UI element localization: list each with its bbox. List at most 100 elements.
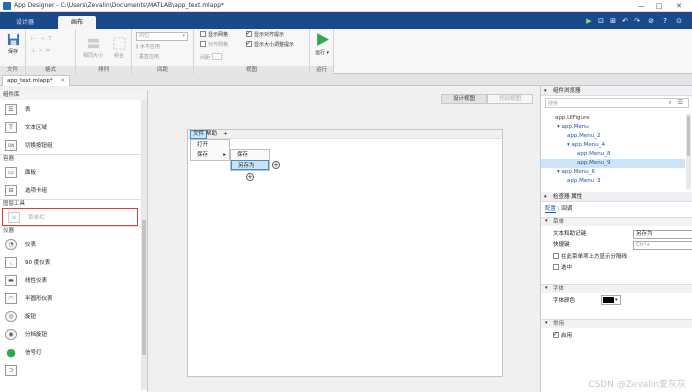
stop-icon[interactable]: ⊘ bbox=[646, 16, 656, 26]
component-knob[interactable]: ◎ 旋钮 bbox=[0, 307, 147, 325]
menu-item-save-sub[interactable]: 保存 bbox=[231, 150, 269, 160]
scrollbar-thumb[interactable] bbox=[142, 220, 146, 355]
group-button[interactable]: 组合 bbox=[109, 37, 129, 59]
menu-item-open[interactable]: 打开 bbox=[191, 140, 229, 150]
collapse-icon[interactable]: ▾ bbox=[544, 87, 547, 95]
component-menu-bar[interactable]: ≡ 菜单栏 bbox=[2, 208, 138, 226]
component-label: 分档旋钮 bbox=[25, 332, 48, 338]
menu-item-save[interactable]: 保存 ▸ bbox=[191, 150, 229, 160]
design-view-button[interactable]: 设计视图 bbox=[441, 94, 487, 104]
quick-save-icon[interactable]: ⊡ bbox=[596, 16, 606, 26]
tree-node-menu[interactable]: ▾ app.Menu bbox=[541, 123, 685, 132]
file-tab-bar: app_text.mlapp* ✕ bbox=[0, 74, 692, 86]
component-tab-group[interactable]: ⊟ 选项卡组 bbox=[0, 181, 147, 199]
menu-item-save-as[interactable]: 另存为 bbox=[231, 160, 269, 170]
group-icon bbox=[112, 37, 126, 50]
component-panel[interactable]: ▭ 面板 bbox=[0, 163, 147, 181]
category-instruments: 仪器 bbox=[0, 226, 147, 235]
tree-node-uifigure[interactable]: app.UIFigure bbox=[541, 114, 685, 123]
quick-layout-icon[interactable]: ⊞ bbox=[608, 16, 618, 26]
enabled-checkbox[interactable]: 启用 bbox=[553, 330, 572, 341]
component-switch[interactable]: ⊃ bbox=[0, 361, 147, 379]
minimize-button[interactable]: — bbox=[634, 1, 648, 11]
component-lamp[interactable]: ● 信号灯 bbox=[0, 343, 147, 361]
expand-ribbon-icon[interactable]: ⊙ bbox=[674, 16, 684, 26]
component-90-degree-gauge[interactable]: ◟ 90 度仪表 bbox=[0, 253, 147, 271]
chevron-down-icon: ▾ bbox=[615, 297, 618, 303]
menu-help[interactable]: 帮助 bbox=[206, 130, 217, 139]
show-align-hint-checkbox[interactable]: 显示对齐提示 bbox=[246, 29, 284, 40]
tab-designer[interactable]: 设计器 bbox=[6, 16, 44, 29]
component-semicircular-gauge[interactable]: ◠ 半圆形仪表 bbox=[0, 289, 147, 307]
file-tab[interactable]: app_text.mlapp* ✕ bbox=[2, 75, 71, 86]
collapse-icon[interactable]: ▾ bbox=[545, 284, 548, 293]
browser-search-input[interactable]: 搜索 ⌕ ☰ bbox=[545, 98, 689, 108]
same-size-button[interactable]: 相同大小 bbox=[79, 37, 107, 59]
close-button[interactable]: ✕ bbox=[672, 1, 686, 11]
menu-file[interactable]: 文件 bbox=[190, 130, 208, 139]
maximize-button[interactable]: □ bbox=[652, 1, 666, 11]
quick-run-icon[interactable]: ▶ bbox=[584, 16, 594, 26]
knob-icon: ◎ bbox=[5, 310, 17, 322]
component-label: 表 bbox=[25, 107, 31, 113]
code-view-button[interactable]: 代码视图 bbox=[487, 94, 533, 104]
component-gauge[interactable]: ◔ 仪表 bbox=[0, 235, 147, 253]
tree-node-menu-6[interactable]: ▾ app.Menu_6 bbox=[541, 168, 685, 177]
horizontal-apply-button[interactable]: ⫼ 水平应用 bbox=[136, 43, 160, 52]
component-library-scrollbar[interactable] bbox=[141, 100, 147, 390]
tree-node-menu-2[interactable]: app.Menu_2 bbox=[541, 132, 685, 141]
tree-node-menu-8[interactable]: app.Menu_8 bbox=[541, 150, 685, 159]
show-resize-hint-checkbox[interactable]: 显示大小调整提示 bbox=[246, 39, 294, 50]
save-button[interactable]: 保存 bbox=[2, 33, 24, 55]
section-font-header[interactable]: 字体 bbox=[541, 284, 692, 293]
ui-figure[interactable]: 文件 帮助 + 打开 保存 ▸ 保存 另存为 + + bbox=[187, 129, 503, 377]
checkbox-checked-icon bbox=[246, 29, 252, 38]
add-menu-item-icon[interactable]: + bbox=[272, 161, 280, 169]
align-grid-checkbox[interactable]: 对齐网格 bbox=[200, 41, 228, 50]
font-color-picker[interactable]: ▾ bbox=[601, 295, 621, 305]
help-icon[interactable]: ? bbox=[660, 16, 670, 26]
grid-spacing-field[interactable]: 间距 bbox=[200, 53, 222, 62]
spacing-dropdown[interactable]: 均匀 ▾ bbox=[136, 32, 188, 41]
run-group-label: 运行 bbox=[310, 66, 333, 74]
redo-icon[interactable]: ↷ bbox=[632, 16, 642, 26]
undo-icon[interactable]: ↶ bbox=[620, 16, 630, 26]
tree-node-menu-3[interactable]: app.Menu_3 bbox=[541, 177, 685, 183]
run-button[interactable]: 运行 ▾ bbox=[312, 32, 332, 56]
align-bottom-icon[interactable]: ⊥⊦⊨ bbox=[31, 47, 54, 56]
section-interactivity-header[interactable]: 常用 bbox=[541, 319, 692, 328]
menu-add-icon[interactable]: + bbox=[223, 130, 228, 139]
tree-scrollbar[interactable] bbox=[686, 114, 691, 189]
section-label: 常用 bbox=[553, 321, 565, 327]
collapse-icon[interactable]: ▾ bbox=[545, 217, 548, 226]
checkbox-icon bbox=[200, 41, 206, 47]
component-linear-gauge[interactable]: ▬ 线性仪表 bbox=[0, 271, 147, 289]
add-submenu-item-icon[interactable]: + bbox=[246, 173, 254, 181]
align-left-icon[interactable]: ⊢⊣⊤ bbox=[31, 35, 56, 44]
section-menu-header[interactable]: 菜单 bbox=[541, 217, 692, 226]
checked-checkbox[interactable]: 选中 bbox=[553, 263, 572, 273]
tree-node-menu-4[interactable]: ▾ app.Menu_4 bbox=[541, 141, 685, 150]
component-discrete-knob[interactable]: ◉ 分档旋钮 bbox=[0, 325, 147, 343]
tree-node-menu-9[interactable]: app.Menu_9 bbox=[541, 159, 685, 168]
tab-canvas[interactable]: 画布 bbox=[58, 16, 96, 29]
scrollbar-thumb[interactable] bbox=[687, 116, 690, 156]
accelerator-input[interactable]: Ctrl+ bbox=[633, 241, 692, 250]
same-size-label: 相同大小 bbox=[82, 53, 103, 59]
close-icon[interactable]: ✕ bbox=[60, 78, 65, 84]
show-grid-checkbox[interactable]: 显示网格 bbox=[200, 31, 228, 40]
tab-configuration[interactable]: 配置 bbox=[545, 206, 557, 213]
component-table[interactable]: ☰ 表 bbox=[0, 100, 147, 118]
checked-label: 选中 bbox=[561, 265, 573, 271]
component-toggle-button-group[interactable]: ON 切换按钮组 bbox=[0, 136, 147, 154]
vertical-apply-button[interactable]: ⫶ 垂直应用 bbox=[136, 53, 159, 62]
gauge-icon: ◔ bbox=[5, 238, 17, 250]
collapse-icon[interactable]: ▾ bbox=[545, 319, 548, 328]
component-text-area[interactable]: T 文本区域 bbox=[0, 118, 147, 136]
tab-callbacks[interactable]: 回调 bbox=[561, 206, 572, 212]
text-value-input[interactable]: 另存为 bbox=[633, 230, 692, 239]
collapse-icon[interactable]: ▾ bbox=[544, 193, 547, 201]
grid-spacing-input[interactable] bbox=[211, 53, 222, 60]
separator-checkbox[interactable]: 在此菜单项上方显示分隔线 bbox=[553, 252, 627, 262]
category-containers: 容器 bbox=[0, 154, 147, 163]
